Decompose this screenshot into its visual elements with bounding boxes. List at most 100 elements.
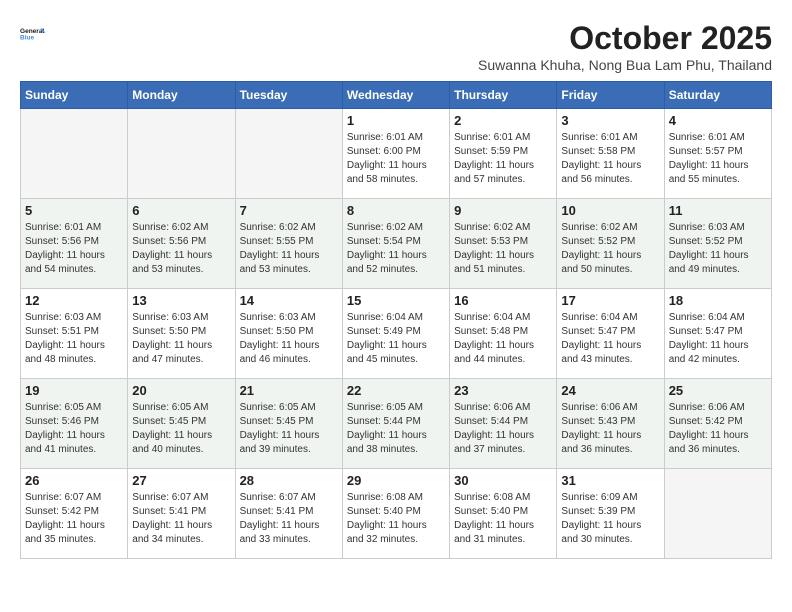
day-info: Sunrise: 6:03 AM Sunset: 5:51 PM Dayligh… [25,311,123,367]
day-number: 1 [347,113,445,128]
day-info: Sunrise: 6:03 AM Sunset: 5:52 PM Dayligh… [669,221,767,277]
calendar-week-2: 5 Sunrise: 6:01 AM Sunset: 5:56 PM Daylig… [21,199,772,289]
day-number: 23 [454,383,552,398]
day-number: 5 [25,203,123,218]
day-info: Sunrise: 6:01 AM Sunset: 5:57 PM Dayligh… [669,131,767,187]
calendar-cell: 6 Sunrise: 6:02 AM Sunset: 5:56 PM Daylig… [128,199,235,289]
day-info: Sunrise: 6:03 AM Sunset: 5:50 PM Dayligh… [240,311,338,367]
day-number: 17 [561,293,659,308]
weekday-header-monday: Monday [128,82,235,109]
day-number: 26 [25,473,123,488]
day-number: 11 [669,203,767,218]
day-number: 12 [25,293,123,308]
day-number: 30 [454,473,552,488]
calendar-cell: 8 Sunrise: 6:02 AM Sunset: 5:54 PM Daylig… [342,199,449,289]
calendar-cell: 13 Sunrise: 6:03 AM Sunset: 5:50 PM Dayli… [128,289,235,379]
day-number: 27 [132,473,230,488]
day-info: Sunrise: 6:08 AM Sunset: 5:40 PM Dayligh… [347,491,445,547]
day-info: Sunrise: 6:02 AM Sunset: 5:53 PM Dayligh… [454,221,552,277]
svg-text:General: General [20,28,44,35]
calendar-cell: 3 Sunrise: 6:01 AM Sunset: 5:58 PM Daylig… [557,109,664,199]
title-section: October 2025 Suwanna Khuha, Nong Bua Lam… [478,20,772,73]
day-info: Sunrise: 6:05 AM Sunset: 5:45 PM Dayligh… [132,401,230,457]
calendar-cell: 19Sunrise: 6:05 AM Sunset: 5:46 PM Dayli… [21,379,128,469]
day-number: 29 [347,473,445,488]
day-info: Sunrise: 6:04 AM Sunset: 5:47 PM Dayligh… [561,311,659,367]
logo-icon: GeneralBlue [20,20,48,48]
calendar-week-5: 26 Sunrise: 6:07 AM Sunset: 5:42 PM Dayli… [21,469,772,559]
day-info: Sunrise: 6:06 AM Sunset: 5:43 PM Dayligh… [561,401,659,457]
day-number: 21 [240,383,338,398]
calendar-cell [235,109,342,199]
calendar-cell: 11 Sunrise: 6:03 AM Sunset: 5:52 PM Dayli… [664,199,771,289]
weekday-header-tuesday: Tuesday [235,82,342,109]
weekday-header-sunday: Sunday [21,82,128,109]
page-header: GeneralBlue October 2025 Suwanna Khuha, … [20,20,772,73]
day-info: Sunrise: 6:01 AM Sunset: 5:56 PM Dayligh… [25,221,123,277]
calendar-cell: 2 Sunrise: 6:01 AM Sunset: 5:59 PM Daylig… [450,109,557,199]
weekday-header-thursday: Thursday [450,82,557,109]
calendar-cell: 10Sunrise: 6:02 AM Sunset: 5:52 PM Dayli… [557,199,664,289]
day-info: Sunrise: 6:05 AM Sunset: 5:46 PM Dayligh… [25,401,123,457]
day-info: Sunrise: 6:02 AM Sunset: 5:55 PM Dayligh… [240,221,338,277]
day-number: 25 [669,383,767,398]
day-info: Sunrise: 6:09 AM Sunset: 5:39 PM Dayligh… [561,491,659,547]
day-info: Sunrise: 6:02 AM Sunset: 5:56 PM Dayligh… [132,221,230,277]
calendar-cell: 25Sunrise: 6:06 AM Sunset: 5:42 PM Dayli… [664,379,771,469]
calendar-cell: 30 Sunrise: 6:08 AM Sunset: 5:40 PM Dayli… [450,469,557,559]
calendar-cell: 29 Sunrise: 6:08 AM Sunset: 5:40 PM Dayli… [342,469,449,559]
calendar-cell: 16Sunrise: 6:04 AM Sunset: 5:48 PM Dayli… [450,289,557,379]
day-number: 8 [347,203,445,218]
day-info: Sunrise: 6:02 AM Sunset: 5:52 PM Dayligh… [561,221,659,277]
weekday-header-friday: Friday [557,82,664,109]
day-number: 13 [132,293,230,308]
day-info: Sunrise: 6:04 AM Sunset: 5:47 PM Dayligh… [669,311,767,367]
calendar-cell: 9 Sunrise: 6:02 AM Sunset: 5:53 PM Daylig… [450,199,557,289]
calendar-cell: 17 Sunrise: 6:04 AM Sunset: 5:47 PM Dayli… [557,289,664,379]
day-info: Sunrise: 6:07 AM Sunset: 5:42 PM Dayligh… [25,491,123,547]
calendar-cell: 12 Sunrise: 6:03 AM Sunset: 5:51 PM Dayli… [21,289,128,379]
day-number: 28 [240,473,338,488]
day-number: 6 [132,203,230,218]
calendar-cell: 1 Sunrise: 6:01 AM Sunset: 6:00 PM Daylig… [342,109,449,199]
calendar-cell: 31Sunrise: 6:09 AM Sunset: 5:39 PM Dayli… [557,469,664,559]
day-info: Sunrise: 6:04 AM Sunset: 5:49 PM Dayligh… [347,311,445,367]
day-number: 18 [669,293,767,308]
calendar-cell: 28 Sunrise: 6:07 AM Sunset: 5:41 PM Dayli… [235,469,342,559]
calendar-week-1: 1 Sunrise: 6:01 AM Sunset: 6:00 PM Daylig… [21,109,772,199]
day-number: 9 [454,203,552,218]
day-info: Sunrise: 6:08 AM Sunset: 5:40 PM Dayligh… [454,491,552,547]
day-info: Sunrise: 6:01 AM Sunset: 6:00 PM Dayligh… [347,131,445,187]
day-number: 16 [454,293,552,308]
day-info: Sunrise: 6:05 AM Sunset: 5:45 PM Dayligh… [240,401,338,457]
day-info: Sunrise: 6:02 AM Sunset: 5:54 PM Dayligh… [347,221,445,277]
day-info: Sunrise: 6:05 AM Sunset: 5:44 PM Dayligh… [347,401,445,457]
logo: GeneralBlue [20,20,48,48]
day-info: Sunrise: 6:06 AM Sunset: 5:44 PM Dayligh… [454,401,552,457]
calendar-cell: 22Sunrise: 6:05 AM Sunset: 5:44 PM Dayli… [342,379,449,469]
day-info: Sunrise: 6:07 AM Sunset: 5:41 PM Dayligh… [240,491,338,547]
day-number: 2 [454,113,552,128]
day-number: 3 [561,113,659,128]
day-number: 15 [347,293,445,308]
day-info: Sunrise: 6:03 AM Sunset: 5:50 PM Dayligh… [132,311,230,367]
calendar-cell: 26 Sunrise: 6:07 AM Sunset: 5:42 PM Dayli… [21,469,128,559]
calendar-week-3: 12 Sunrise: 6:03 AM Sunset: 5:51 PM Dayli… [21,289,772,379]
day-info: Sunrise: 6:01 AM Sunset: 5:58 PM Dayligh… [561,131,659,187]
calendar-cell [128,109,235,199]
calendar-cell [664,469,771,559]
calendar-cell: 15 Sunrise: 6:04 AM Sunset: 5:49 PM Dayli… [342,289,449,379]
calendar-cell: 4 Sunrise: 6:01 AM Sunset: 5:57 PM Daylig… [664,109,771,199]
day-number: 4 [669,113,767,128]
weekday-header-row: SundayMondayTuesdayWednesdayThursdayFrid… [21,82,772,109]
weekday-header-saturday: Saturday [664,82,771,109]
day-number: 24 [561,383,659,398]
day-number: 14 [240,293,338,308]
calendar-cell [21,109,128,199]
calendar-week-4: 19Sunrise: 6:05 AM Sunset: 5:46 PM Dayli… [21,379,772,469]
calendar-cell: 24 Sunrise: 6:06 AM Sunset: 5:43 PM Dayli… [557,379,664,469]
weekday-header-wednesday: Wednesday [342,82,449,109]
day-number: 20 [132,383,230,398]
day-info: Sunrise: 6:01 AM Sunset: 5:59 PM Dayligh… [454,131,552,187]
svg-text:Blue: Blue [20,35,34,42]
